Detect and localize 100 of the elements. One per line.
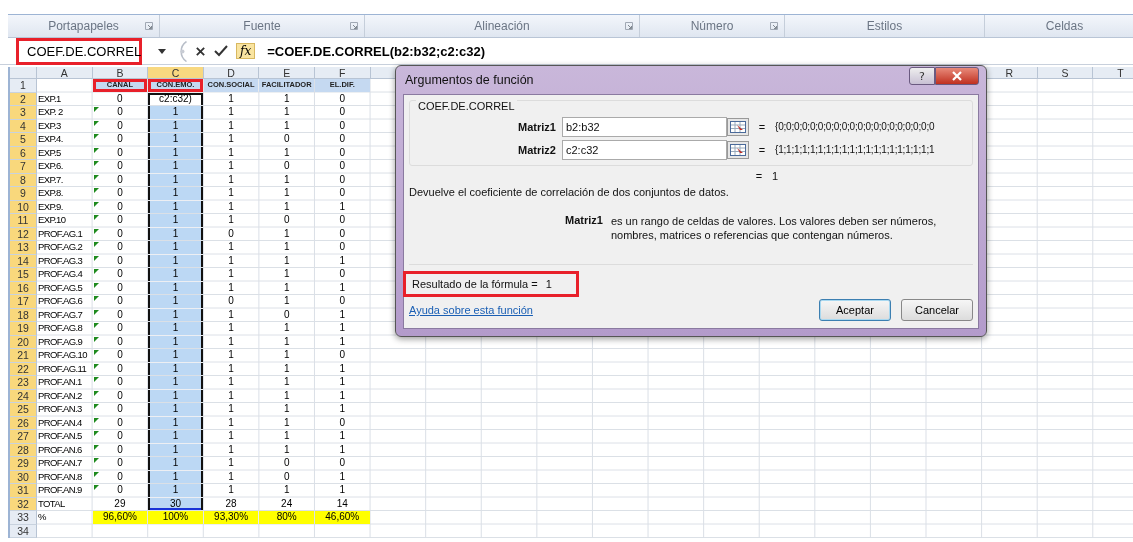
- table-cell: 0: [117, 227, 123, 240]
- error-indicator-icon[interactable]: [93, 309, 99, 315]
- table-cell-text: 1: [282, 241, 291, 254]
- table-cell-text: EXP.8.: [37, 187, 64, 200]
- column-header[interactable]: T: [1093, 67, 1133, 79]
- error-indicator-icon[interactable]: [93, 296, 99, 301]
- table-cell-text: 29: [113, 497, 127, 510]
- error-indicator-icon[interactable]: [93, 147, 99, 153]
- argument-field[interactable]: b2:b32: [562, 116, 727, 137]
- error-indicator-icon[interactable]: [93, 431, 99, 436]
- error-indicator-icon[interactable]: [93, 458, 99, 463]
- row-header[interactable]: 27: [10, 430, 37, 444]
- dialog-launcher-icon[interactable]: [145, 22, 153, 30]
- row-header[interactable]: 19: [10, 322, 37, 336]
- insert-function-button[interactable]: fx: [236, 43, 256, 59]
- row-header[interactable]: 15: [10, 268, 37, 282]
- row-header[interactable]: 13: [10, 241, 37, 255]
- table-cell: 1: [148, 214, 203, 227]
- table-cell-text: 1: [338, 389, 347, 402]
- row-header[interactable]: 25: [10, 403, 37, 417]
- error-indicator-icon[interactable]: [93, 201, 99, 207]
- row-header[interactable]: 3: [10, 106, 37, 120]
- error-indicator-icon[interactable]: [93, 363, 99, 369]
- error-indicator-icon[interactable]: [93, 161, 99, 166]
- close-button[interactable]: [935, 67, 979, 85]
- row-header[interactable]: 21: [10, 349, 37, 363]
- column-header[interactable]: A: [37, 67, 93, 79]
- table-cell-text: PROF.AN.8: [37, 470, 83, 483]
- dialog-button[interactable]: Aceptar: [819, 299, 891, 321]
- collapse-dialog-button[interactable]: [727, 140, 749, 159]
- error-indicator-icon[interactable]: [93, 255, 99, 261]
- error-indicator-icon[interactable]: [93, 188, 99, 193]
- error-indicator-icon[interactable]: [93, 120, 99, 126]
- table-cell-text: PROF.AG.1: [37, 227, 84, 240]
- table-cell: 0: [117, 106, 123, 119]
- argument-field[interactable]: c2:c32: [562, 139, 727, 160]
- error-indicator-icon[interactable]: [93, 404, 99, 409]
- dialog-button[interactable]: Cancelar: [901, 299, 973, 321]
- table-cell: 1: [148, 416, 203, 429]
- row-header[interactable]: 33: [10, 511, 37, 525]
- error-indicator-icon[interactable]: [93, 390, 99, 396]
- error-indicator-icon[interactable]: [93, 323, 99, 328]
- collapse-dialog-button[interactable]: [727, 117, 749, 136]
- column-header[interactable]: D: [203, 67, 260, 79]
- error-indicator-icon[interactable]: [93, 174, 99, 180]
- column-header[interactable]: S: [1037, 67, 1094, 79]
- error-indicator-icon[interactable]: [93, 107, 99, 112]
- error-indicator-icon[interactable]: [93, 215, 99, 220]
- equals-sign: =: [757, 120, 767, 133]
- table-cell: 1: [148, 160, 203, 173]
- dialog-launcher-icon[interactable]: [625, 22, 633, 30]
- row-header[interactable]: 23: [10, 376, 37, 390]
- table-cell-text: 0: [338, 173, 347, 186]
- column-header[interactable]: B: [92, 67, 149, 79]
- table-cell-text: 1: [227, 187, 235, 200]
- help-link[interactable]: Ayuda sobre esta función: [409, 304, 533, 316]
- check-icon[interactable]: [214, 45, 228, 57]
- table-cell-text: PROF.AG.4: [37, 268, 84, 281]
- row-header[interactable]: 5: [10, 133, 37, 147]
- table-cell-text: 0: [282, 160, 291, 173]
- table-cell-text: 1: [282, 416, 291, 429]
- error-indicator-icon[interactable]: [93, 377, 99, 382]
- table-cell: 1: [148, 119, 203, 132]
- error-indicator-icon[interactable]: [93, 444, 99, 450]
- error-indicator-icon[interactable]: [93, 336, 99, 342]
- dropdown-arrow-icon[interactable]: [158, 48, 166, 54]
- row-header[interactable]: 7: [10, 160, 37, 174]
- error-indicator-icon[interactable]: [93, 350, 99, 355]
- table-cell: 1: [148, 403, 203, 416]
- table-cell-text: 1: [227, 362, 235, 375]
- dialog-launcher-icon[interactable]: [350, 22, 358, 30]
- error-indicator-icon[interactable]: [93, 228, 99, 234]
- help-button[interactable]: ?: [909, 67, 935, 85]
- row-header[interactable]: 11: [10, 214, 37, 228]
- table-cell-text: %: [37, 511, 47, 524]
- error-indicator-icon[interactable]: [93, 242, 99, 247]
- table-cell: 1: [148, 200, 203, 213]
- table-cell-text: PROF.AG.10: [37, 349, 88, 362]
- error-indicator-icon[interactable]: [93, 269, 99, 274]
- column-header[interactable]: F: [314, 67, 371, 79]
- cancel-icon[interactable]: [195, 45, 206, 57]
- row-header[interactable]: 1: [10, 79, 37, 93]
- table-cell-text: EXP.1: [37, 92, 62, 105]
- row-header[interactable]: 31: [10, 484, 37, 498]
- table-cell-text: 1: [338, 484, 347, 497]
- row-header[interactable]: 29: [10, 457, 37, 471]
- error-indicator-icon[interactable]: [93, 471, 99, 477]
- dialog-launcher-icon[interactable]: [770, 22, 778, 30]
- error-indicator-icon[interactable]: [93, 485, 99, 490]
- error-indicator-icon[interactable]: [93, 282, 99, 288]
- error-indicator-icon[interactable]: [93, 417, 99, 423]
- row-header[interactable]: 17: [10, 295, 37, 309]
- column-header[interactable]: C: [148, 67, 204, 79]
- table-cell-text: PROF.AN.2: [37, 389, 83, 402]
- error-indicator-icon[interactable]: [93, 134, 99, 139]
- column-header[interactable]: E: [259, 67, 315, 79]
- table-cell: 1: [148, 187, 203, 200]
- table-cell-text: 1: [227, 430, 235, 443]
- formula-text[interactable]: =COEF.DE.CORREL(b2:b32;c2:c32): [267, 43, 486, 59]
- row-header[interactable]: 9: [10, 187, 37, 201]
